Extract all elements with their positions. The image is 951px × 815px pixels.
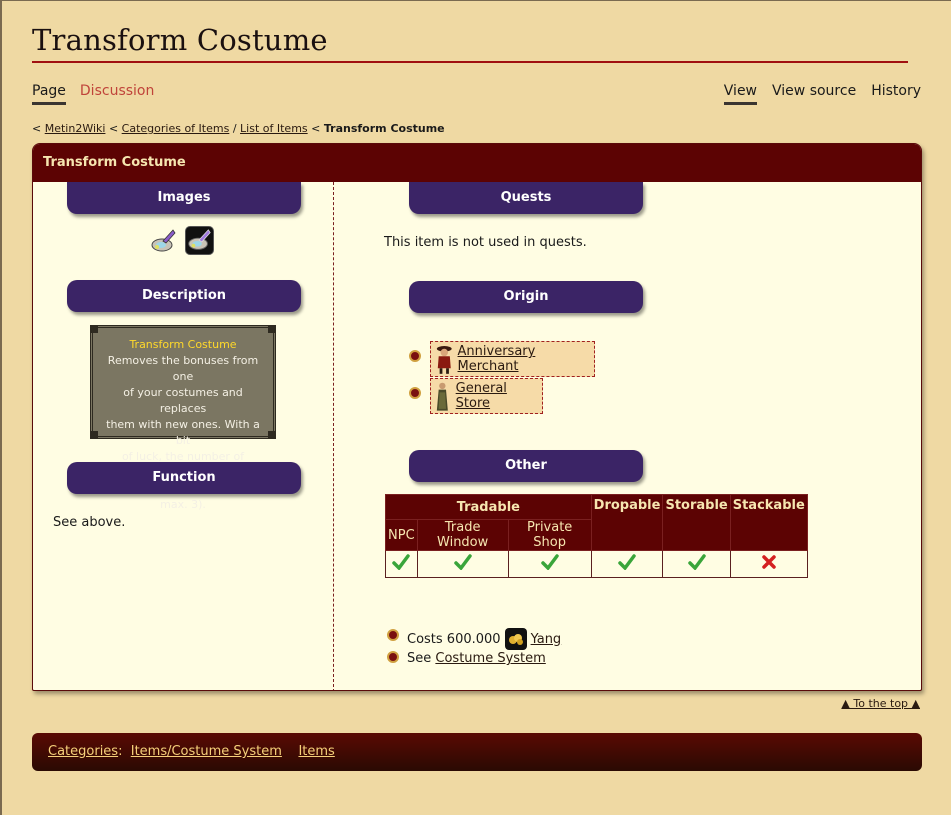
tooltip-corner xyxy=(268,325,276,333)
breadcrumb-link-home[interactable]: Metin2Wiki xyxy=(45,122,106,135)
checkmark-icon xyxy=(618,554,636,571)
table-cell-value xyxy=(729,550,808,578)
category-link-costume-system[interactable]: Items/Costume System xyxy=(131,744,282,759)
table-header-stackable: Stackable xyxy=(729,494,808,551)
bullet-icon xyxy=(387,629,399,641)
item-image-icon-dark[interactable] xyxy=(185,226,214,255)
function-heading: Function xyxy=(67,462,301,494)
tab-page[interactable]: Page xyxy=(32,83,66,105)
checkmark-icon xyxy=(392,554,411,571)
table-cell-value xyxy=(416,550,509,578)
origin-item-anniversary-merchant[interactable]: Anniversary Merchant xyxy=(430,341,595,377)
item-infobox: Transform Costume Images Description Tra… xyxy=(32,143,922,691)
tab-history[interactable]: History xyxy=(871,83,921,105)
breadcrumb-current: Transform Costume xyxy=(323,122,445,135)
table-subheader-private-shop: Private Shop xyxy=(507,519,592,551)
item-image-icon[interactable] xyxy=(149,227,178,256)
table-row xyxy=(385,550,808,578)
categories-link[interactable]: Categories xyxy=(48,744,118,759)
tooltip-corner xyxy=(268,431,276,439)
images-heading: Images xyxy=(67,182,301,214)
table-subheader-trade-window: Trade Window xyxy=(416,519,509,551)
infobox-right-column: Quests This item is not used in quests. … xyxy=(334,182,921,690)
category-link-items[interactable]: Items xyxy=(298,744,334,759)
view-tabs: View View source History xyxy=(723,83,921,105)
breadcrumb-separator: < xyxy=(108,122,119,135)
table-header-dropable: Dropable xyxy=(590,494,664,551)
costume-scroll-icon xyxy=(188,229,211,250)
tooltip-corner xyxy=(90,431,98,439)
categories-footer: Categories: Items/Costume System Items xyxy=(32,733,922,771)
see-text: See xyxy=(407,651,432,666)
description-heading: Description xyxy=(67,280,301,312)
tab-discussion[interactable]: Discussion xyxy=(80,83,154,105)
origin-link[interactable]: Anniversary Merchant xyxy=(458,344,590,374)
table-cell-value xyxy=(590,550,664,578)
bullet-icon xyxy=(409,387,421,399)
infobox-header: Transform Costume xyxy=(33,144,921,182)
bullet-icon xyxy=(409,350,421,362)
cross-icon xyxy=(762,555,776,569)
origin-item-general-store[interactable]: General Store xyxy=(430,378,543,414)
tooltip-title: Transform Costume xyxy=(129,338,237,351)
bullet-icon xyxy=(387,651,399,663)
quests-text: This item is not used in quests. xyxy=(384,235,587,250)
tab-view[interactable]: View xyxy=(723,83,758,105)
store-npc-icon xyxy=(436,382,448,411)
function-text: See above. xyxy=(53,515,126,530)
tab-view-source[interactable]: View source xyxy=(772,83,856,105)
tooltip-corner xyxy=(90,325,98,333)
breadcrumb-link-categories[interactable]: Categories of Items xyxy=(122,122,230,135)
origin-link[interactable]: General Store xyxy=(456,381,538,411)
table-cell-value xyxy=(385,550,418,578)
breadcrumb-separator: < xyxy=(32,122,42,135)
infobox-left-column: Images Description Transform Costume Rem… xyxy=(33,182,334,690)
merchant-npc-icon xyxy=(436,346,452,374)
breadcrumb-link-list[interactable]: List of Items xyxy=(240,122,308,135)
page-title: Transform Costume xyxy=(32,23,908,63)
checkmark-icon xyxy=(453,554,472,571)
table-subheader-npc: NPC xyxy=(385,519,418,551)
category-spacer xyxy=(286,744,294,759)
other-heading: Other xyxy=(409,450,643,482)
tooltip-line: them with new ones. With a bit xyxy=(106,418,260,447)
table-cell-value xyxy=(662,550,731,578)
quests-heading: Quests xyxy=(409,182,643,214)
checkmark-icon xyxy=(540,554,559,571)
tooltip-line: of your costumes and replaces xyxy=(123,386,243,415)
breadcrumb-separator: / xyxy=(232,122,237,135)
costs-line: Costs 600.000 Yang xyxy=(407,628,561,650)
checkmark-icon xyxy=(687,554,706,571)
breadcrumb: < Metin2Wiki < Categories of Items / Lis… xyxy=(32,122,445,135)
yang-coin-icon xyxy=(504,628,527,650)
see-line: See Costume System xyxy=(407,651,546,666)
costume-scroll-icon xyxy=(151,229,176,252)
tooltip-line: Removes the bonuses from one xyxy=(107,354,259,383)
breadcrumb-separator: < xyxy=(311,122,321,135)
table-header-tradable: Tradable xyxy=(385,494,592,520)
costs-text: Costs 600.000 xyxy=(407,631,501,647)
categories-colon: : xyxy=(118,744,127,759)
item-properties-table: Tradable Dropable Storable Stackable NPC… xyxy=(385,494,808,578)
page-tabs: Page Discussion xyxy=(32,83,154,105)
to-the-top-link[interactable]: ▲ To the top ▲ xyxy=(841,697,920,710)
yang-link[interactable]: Yang xyxy=(531,632,562,647)
table-cell-value xyxy=(507,550,592,578)
item-tooltip: Transform Costume Removes the bonuses fr… xyxy=(90,325,276,511)
table-header-storable: Storable xyxy=(662,494,731,551)
origin-heading: Origin xyxy=(409,281,643,313)
costume-system-link[interactable]: Costume System xyxy=(435,651,545,666)
